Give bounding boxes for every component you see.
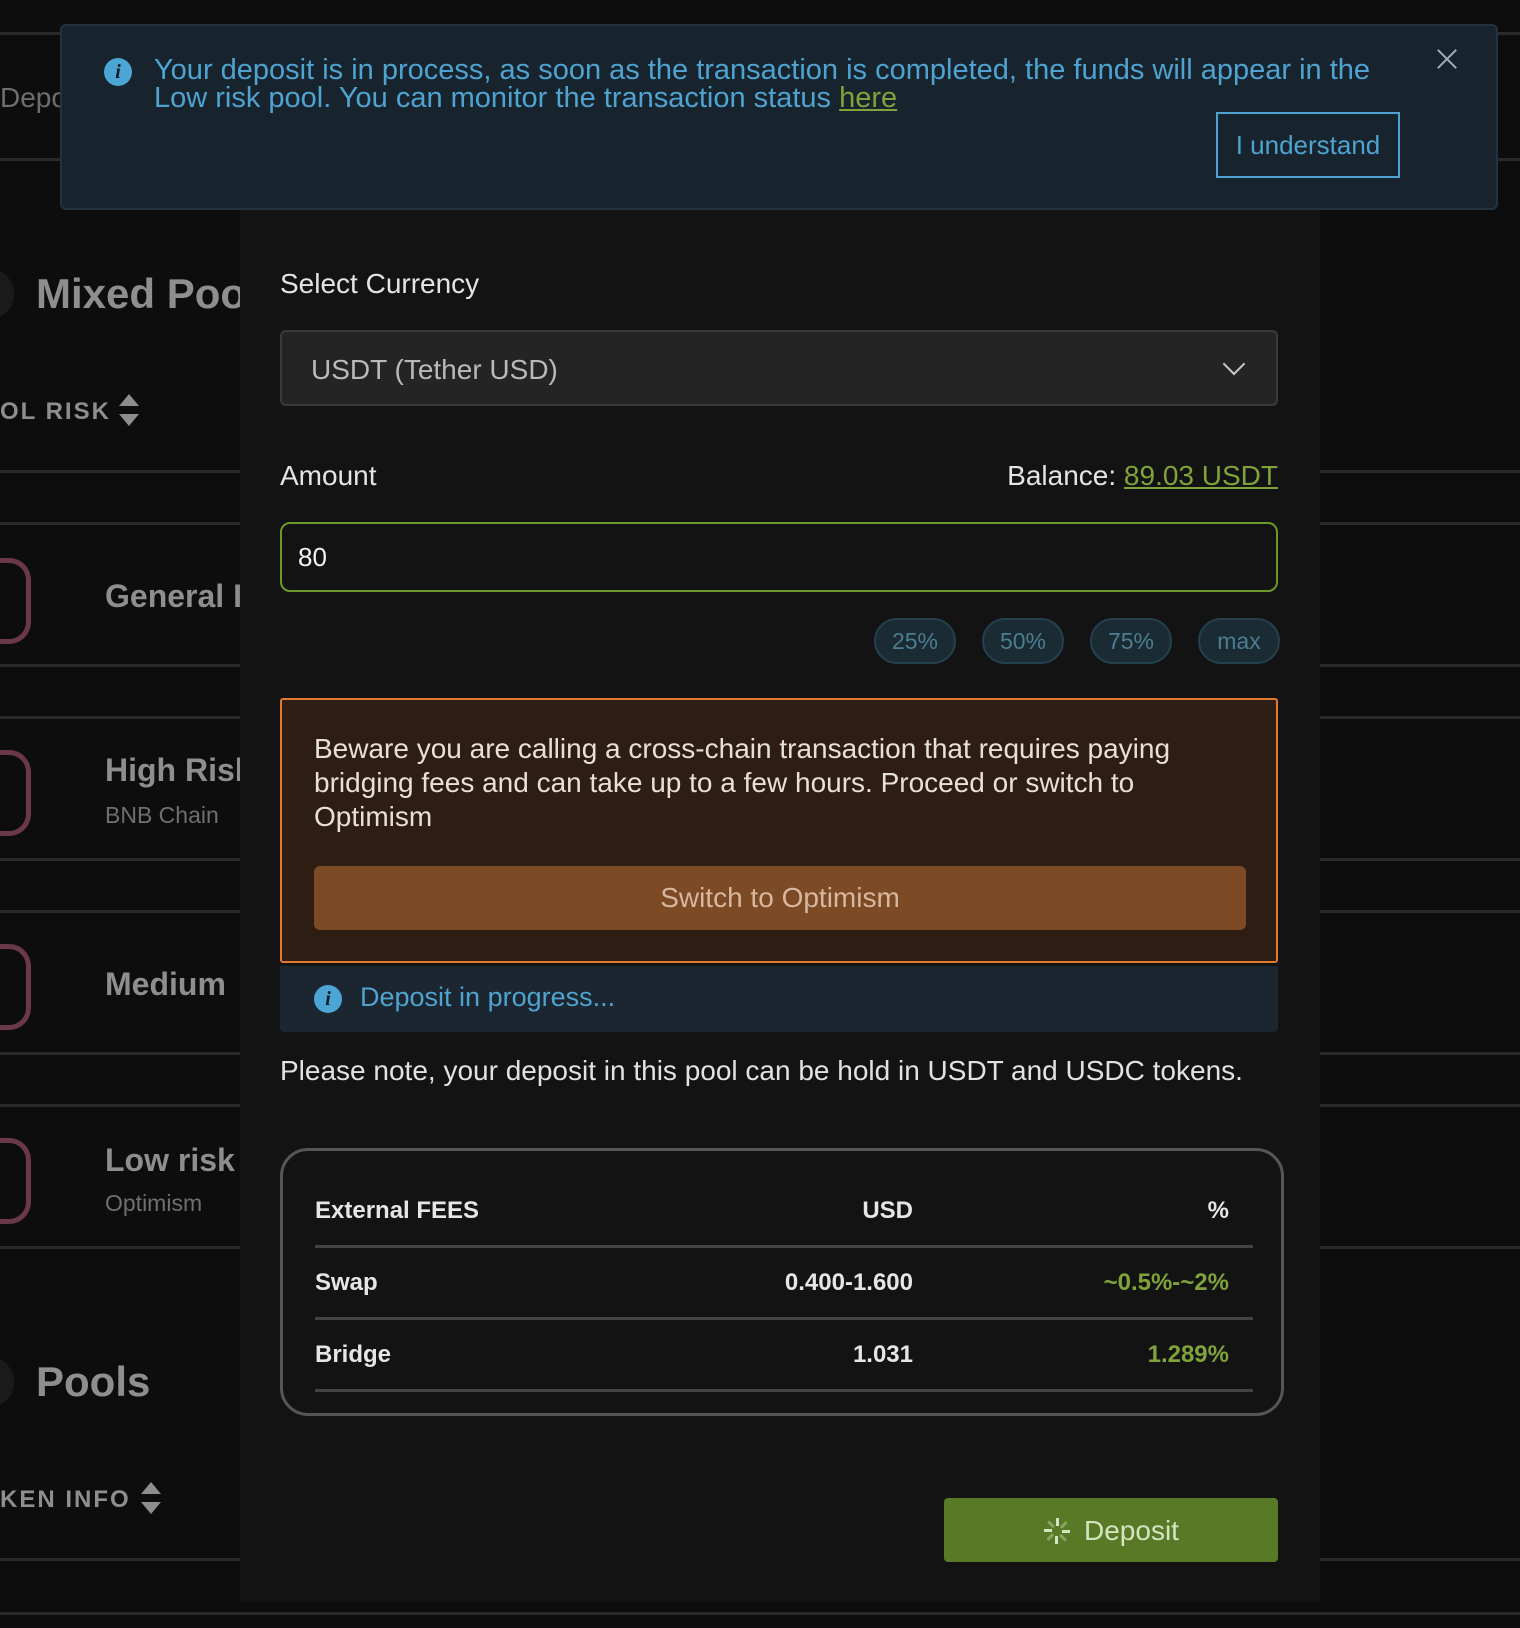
pool-row-subtitle: BNB Chain: [105, 802, 219, 828]
currency-select-value: USDT (Tether USD): [311, 354, 558, 385]
mixed-pools-title: Mixed Poo: [36, 270, 247, 317]
warning-text: Beware you are calling a cross-chain tra…: [314, 733, 1171, 832]
chevron-down-icon: [1222, 352, 1246, 376]
pool-icon: [0, 1138, 31, 1224]
divider: [0, 1612, 1520, 1615]
switch-to-optimism-button[interactable]: Switch to Optimism: [314, 866, 1246, 930]
toast-message-text: Your deposit is in process, as soon as t…: [154, 54, 1371, 114]
fee-row-percent: ~0.5%-~2%: [1103, 1269, 1229, 1296]
pool-row-title[interactable]: Medium: [105, 966, 226, 1003]
fees-header-percent: %: [1207, 1197, 1229, 1224]
divider: [315, 1245, 1253, 1248]
pool-icon: [0, 944, 31, 1030]
amount-input[interactable]: [280, 522, 1278, 592]
info-icon: i: [314, 985, 342, 1013]
progress-text: Deposit in progress...: [360, 982, 616, 1012]
cross-chain-warning: Beware you are calling a cross-chain tra…: [280, 698, 1278, 963]
balance-label: Balance:: [1007, 460, 1124, 491]
divider: [315, 1389, 1253, 1392]
sort-icon[interactable]: [118, 394, 140, 426]
spinner-icon: [1044, 1518, 1070, 1544]
pool-row-title[interactable]: General I: [105, 578, 242, 615]
info-icon: i: [104, 58, 132, 86]
pool-icon: [0, 558, 31, 644]
section-icon: [0, 1356, 14, 1408]
percent-25-button[interactable]: 25%: [874, 618, 956, 664]
pool-row-title[interactable]: Low risk: [105, 1142, 235, 1179]
percent-50-button[interactable]: 50%: [982, 618, 1064, 664]
deposit-button-label: Deposit: [1084, 1515, 1179, 1546]
deposit-toast: i Your deposit is in process, as soon as…: [60, 24, 1498, 210]
deposit-note: Please note, your deposit in this pool c…: [280, 1055, 1243, 1086]
pools-title: Pools: [36, 1358, 151, 1405]
fee-row-name: Swap: [315, 1269, 378, 1296]
deposit-progress-banner: i Deposit in progress...: [280, 966, 1278, 1032]
transaction-status-link[interactable]: here: [839, 82, 897, 114]
pool-row-title[interactable]: High Risk: [105, 752, 253, 789]
currency-label: Select Currency: [280, 268, 480, 299]
balance: Balance: 89.03 USDT: [1007, 460, 1278, 492]
pool-icon: [0, 750, 31, 836]
fee-row-usd: 0.400-1.600: [784, 1269, 913, 1296]
fee-row-name: Bridge: [315, 1341, 392, 1368]
pool-row-subtitle: Optimism: [105, 1190, 203, 1216]
percent-75-button[interactable]: 75%: [1090, 618, 1172, 664]
amount-label: Amount: [280, 460, 377, 491]
close-icon[interactable]: [1432, 44, 1462, 74]
sort-icon[interactable]: [140, 1482, 162, 1514]
fee-row-usd: 1.031: [852, 1341, 913, 1368]
deposit-tab[interactable]: Depo: [0, 82, 67, 114]
understand-button[interactable]: I understand: [1216, 112, 1400, 178]
pool-risk-header[interactable]: OL RISK: [0, 398, 111, 426]
balance-value-link[interactable]: 89.03 USDT: [1124, 460, 1278, 491]
fees-table: External FEES USD % Swap 0.400-1.600 ~0.…: [280, 1148, 1284, 1416]
token-info-header[interactable]: KEN INFO: [0, 1486, 131, 1514]
fees-header-name: External FEES: [315, 1197, 480, 1224]
fee-row-percent: 1.289%: [1147, 1341, 1229, 1368]
section-icon: [0, 268, 14, 320]
currency-select[interactable]: USDT (Tether USD): [280, 330, 1278, 406]
divider: [315, 1317, 1253, 1320]
fees-header-usd: USD: [862, 1197, 913, 1224]
deposit-button[interactable]: Deposit: [944, 1498, 1278, 1562]
percent-max-button[interactable]: max: [1198, 618, 1280, 664]
toast-message: Your deposit is in process, as soon as t…: [154, 54, 1374, 114]
